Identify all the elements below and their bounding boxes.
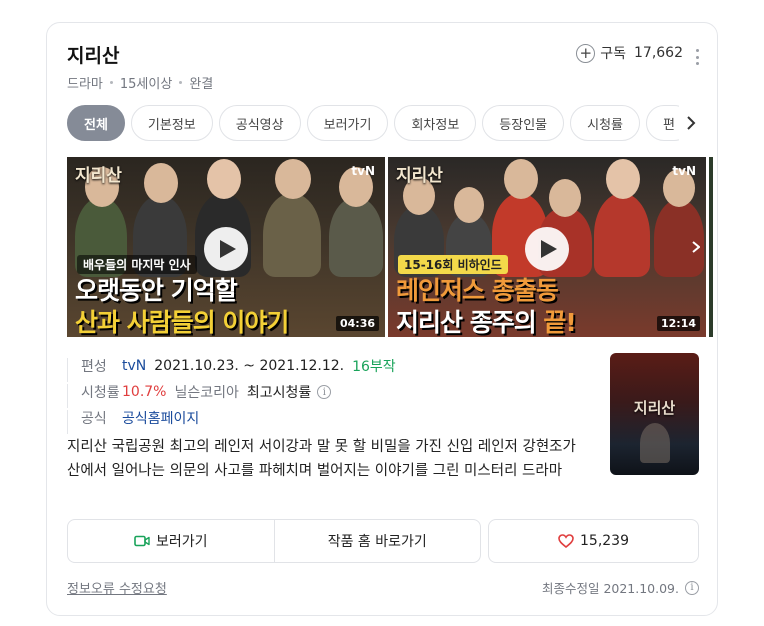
tab-basic-info[interactable]: 기본정보: [130, 105, 213, 141]
play-icon[interactable]: [204, 227, 248, 271]
work-home-label: 작품 홈 바로가기: [327, 534, 427, 550]
ratings-note: 최고시청률: [246, 385, 312, 401]
work-home-button[interactable]: 작품 홈 바로가기: [273, 520, 481, 562]
meta-status: 완결: [189, 77, 214, 92]
official-label: 공식: [67, 408, 122, 434]
broadcast-period: 2021.10.23. ~ 2021.12.12.: [154, 358, 345, 374]
subscribe-count: 17,662: [634, 45, 683, 61]
poster-title: 지리산: [633, 399, 676, 417]
channel-logo: tvN: [672, 164, 696, 178]
video-camera-icon: [134, 535, 150, 547]
channel-logo: tvN: [351, 164, 375, 178]
ratings-row: 시청률 10.7% 닐슨코리아 최고시청률 i: [67, 379, 587, 408]
ratings-value: 10.7%: [122, 384, 167, 400]
ratings-label: 시청률: [67, 382, 122, 408]
video-caption-line2: 산과 사람들의 이야기: [75, 308, 289, 337]
tab-characters[interactable]: 등장인물: [482, 105, 565, 141]
like-button[interactable]: 15,239: [488, 519, 699, 563]
broadcast-episodes[interactable]: 16부작: [352, 356, 396, 376]
broadcast-channel[interactable]: tvN: [122, 358, 146, 374]
broadcast-label: 편성: [67, 356, 122, 382]
subscribe-button[interactable]: + 구독 17,662: [576, 43, 683, 63]
plus-icon: +: [576, 43, 596, 63]
video-duration: 12:14: [656, 316, 700, 331]
chevron-right-icon[interactable]: [681, 113, 701, 133]
more-options-icon[interactable]: [695, 49, 699, 65]
subscribe-label: 구독: [600, 46, 626, 62]
poster-image[interactable]: 지리산: [610, 353, 699, 475]
tab-watch[interactable]: 보러가기: [306, 105, 389, 141]
meta-age-rating: 15세이상: [119, 77, 173, 92]
caption-main: 지리산 종주의: [396, 308, 544, 337]
info-icon[interactable]: i: [317, 385, 332, 399]
broadcast-row: 편성 tvN 2021.10.23. ~ 2021.12.12. 16부작: [67, 353, 587, 382]
last-updated-label: 최종수정일 2021.10.09.: [541, 581, 679, 596]
info-section: 편성 tvN 2021.10.23. ~ 2021.12.12. 16부작 시청…: [67, 353, 587, 434]
heart-icon: [558, 534, 574, 548]
meta-info: 드라마 15세이상 완결: [67, 73, 213, 92]
video-caption-line1: 오랫동안 기억할: [75, 276, 238, 305]
video-thumbnail[interactable]: 지리산 tvN 배우들의 마지막 인사 오랫동안 기억할 산과 사람들의 이야기…: [67, 157, 385, 337]
video-logo: 지리산: [75, 166, 122, 186]
synopsis: 지리산 국립공원 최고의 레인저 서이강과 말 못 할 비밀을 가진 신입 레인…: [67, 439, 576, 479]
page-title[interactable]: 지리산: [67, 41, 119, 68]
tab-more[interactable]: 편: [646, 105, 679, 141]
tab-official-video[interactable]: 공식영상: [218, 105, 301, 141]
video-thumbnail-partial[interactable]: [709, 157, 713, 337]
tab-ratings[interactable]: 시청률: [570, 105, 641, 141]
video-carousel: 지리산 tvN 배우들의 마지막 인사 오랫동안 기억할 산과 사람들의 이야기…: [67, 157, 713, 337]
official-row: 공식 공식홈페이지: [67, 405, 587, 434]
watch-button-label: 보러가기: [155, 534, 208, 550]
video-logo: 지리산: [396, 166, 443, 186]
drama-info-card: 지리산 드라마 15세이상 완결 + 구독 17,662 전체 기본정보 공식영…: [46, 22, 718, 616]
caption-accent: 끝!: [543, 308, 576, 337]
tab-all[interactable]: 전체: [67, 105, 125, 141]
watch-button[interactable]: 보러가기: [68, 520, 274, 562]
meta-genre: 드라마: [67, 77, 103, 92]
video-caption-line1: 레인저스 총출동: [396, 276, 559, 305]
info-icon[interactable]: i: [685, 580, 699, 595]
video-caption-line2: 지리산 종주의 끝!: [396, 303, 577, 337]
action-buttons: 보러가기 작품 홈 바로가기: [67, 519, 481, 563]
play-icon[interactable]: [525, 227, 569, 271]
poster-figure: [640, 423, 670, 463]
report-error-link[interactable]: 정보오류 수정요청: [67, 578, 167, 597]
tab-episode-info[interactable]: 회차정보: [394, 105, 477, 141]
official-homepage-link[interactable]: 공식홈페이지: [122, 408, 199, 428]
like-count: 15,239: [580, 533, 629, 549]
dot-separator: [109, 81, 113, 84]
last-updated: 최종수정일 2021.10.09. i: [542, 578, 699, 597]
dot-separator: [179, 81, 183, 84]
video-duration: 04:36: [335, 316, 379, 331]
video-thumbnail[interactable]: 지리산 tvN 15-16회 비하인드 레인저스 총출동 지리산 종주의 끝! …: [388, 157, 706, 337]
tab-bar: 전체 기본정보 공식영상 보러가기 회차정보 등장인물 시청률 편: [67, 105, 679, 141]
chevron-right-icon[interactable]: [688, 237, 704, 257]
ratings-source: 닐슨코리아: [174, 385, 239, 401]
